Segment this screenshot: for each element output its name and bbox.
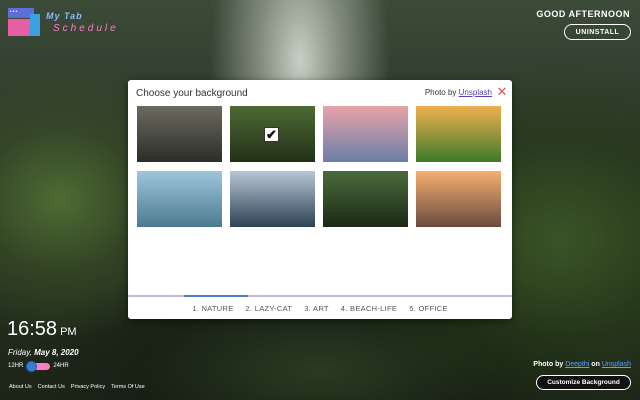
time-format-toggle[interactable] — [26, 361, 51, 372]
thumbnail-palm-aerial-beach[interactable] — [137, 171, 222, 227]
tab-office[interactable]: 5. OFFICE — [409, 304, 448, 313]
customize-background-button[interactable]: Customize Background — [536, 375, 631, 390]
clock-time: 16:58 — [7, 318, 58, 340]
thumbnail-river-gorge[interactable] — [137, 106, 222, 162]
logo-icon: ••• — [8, 8, 42, 36]
tab-lazy-cat[interactable]: 2. LAZY-CAT — [246, 304, 293, 313]
date-weekday: Friday, — [8, 348, 32, 357]
tab-art[interactable]: 3. ART — [304, 304, 329, 313]
thumbnail-foggy-sunset-hills[interactable] — [416, 171, 501, 227]
clock: 16:58 PM — [7, 318, 77, 341]
author-link[interactable]: Deepthi — [565, 361, 589, 368]
time-format-switch: 12HR 24HR — [8, 360, 69, 372]
date-display: Friday, May 8, 2020 — [8, 348, 79, 357]
thumbnail-tree-reflection-lake[interactable] — [323, 171, 408, 227]
format-24hr-label: 24HR — [53, 363, 69, 369]
category-tabs: 1. NATURE 2. LAZY-CAT 3. ART 4. BEACH-LIFE 5… — [128, 295, 512, 319]
footer-links: About Us Contact Us Privacy Policy Terms Of… — [9, 384, 145, 390]
source-link[interactable]: Unsplash — [602, 361, 631, 368]
thumbnail-forest-waterfall[interactable]: ✔ — [230, 106, 315, 162]
footer-link-terms-of-use[interactable]: Terms Of Use — [111, 384, 145, 390]
footer-link-about-us[interactable]: About Us — [9, 384, 32, 390]
logo-text-line2: Schedule — [53, 23, 119, 34]
format-12hr-label: 12HR — [8, 363, 24, 369]
greeting-text: GOOD AFTERNOON — [536, 9, 630, 19]
tab-beach-life[interactable]: 4. BEACH-LIFE — [341, 304, 397, 313]
footer-link-contact-us[interactable]: Contact Us — [38, 384, 65, 390]
close-icon[interactable]: ✕ — [496, 85, 508, 98]
tab-nature[interactable]: 1. NATURE — [192, 304, 233, 313]
uninstall-button[interactable]: UNINSTALL — [564, 24, 631, 40]
thumbnail-mountain-road-dusk[interactable] — [323, 106, 408, 162]
modal-title: Choose your background — [136, 88, 248, 99]
checkmark-icon: ✔ — [264, 127, 279, 142]
unsplash-link[interactable]: Unsplash — [459, 88, 492, 97]
thumbnail-mountain-lake[interactable] — [230, 171, 315, 227]
active-tab-indicator — [184, 295, 248, 297]
photo-credit: Photo by Deepthi on Unsplash — [533, 361, 631, 368]
modal-photo-credit: Photo by Unsplash — [424, 88, 492, 97]
footer-link-privacy-policy[interactable]: Privacy Policy — [71, 384, 105, 390]
app-logo: ••• My Tab Schedule — [8, 8, 118, 38]
background-chooser-modal: Choose your background Photo by Unsplash… — [128, 80, 512, 319]
logo-text-line1: My Tab — [46, 11, 83, 21]
date-value: May 8, 2020 — [34, 348, 79, 357]
thumbnail-poppy-field-sunset[interactable] — [416, 106, 501, 162]
clock-ampm: PM — [60, 326, 77, 338]
